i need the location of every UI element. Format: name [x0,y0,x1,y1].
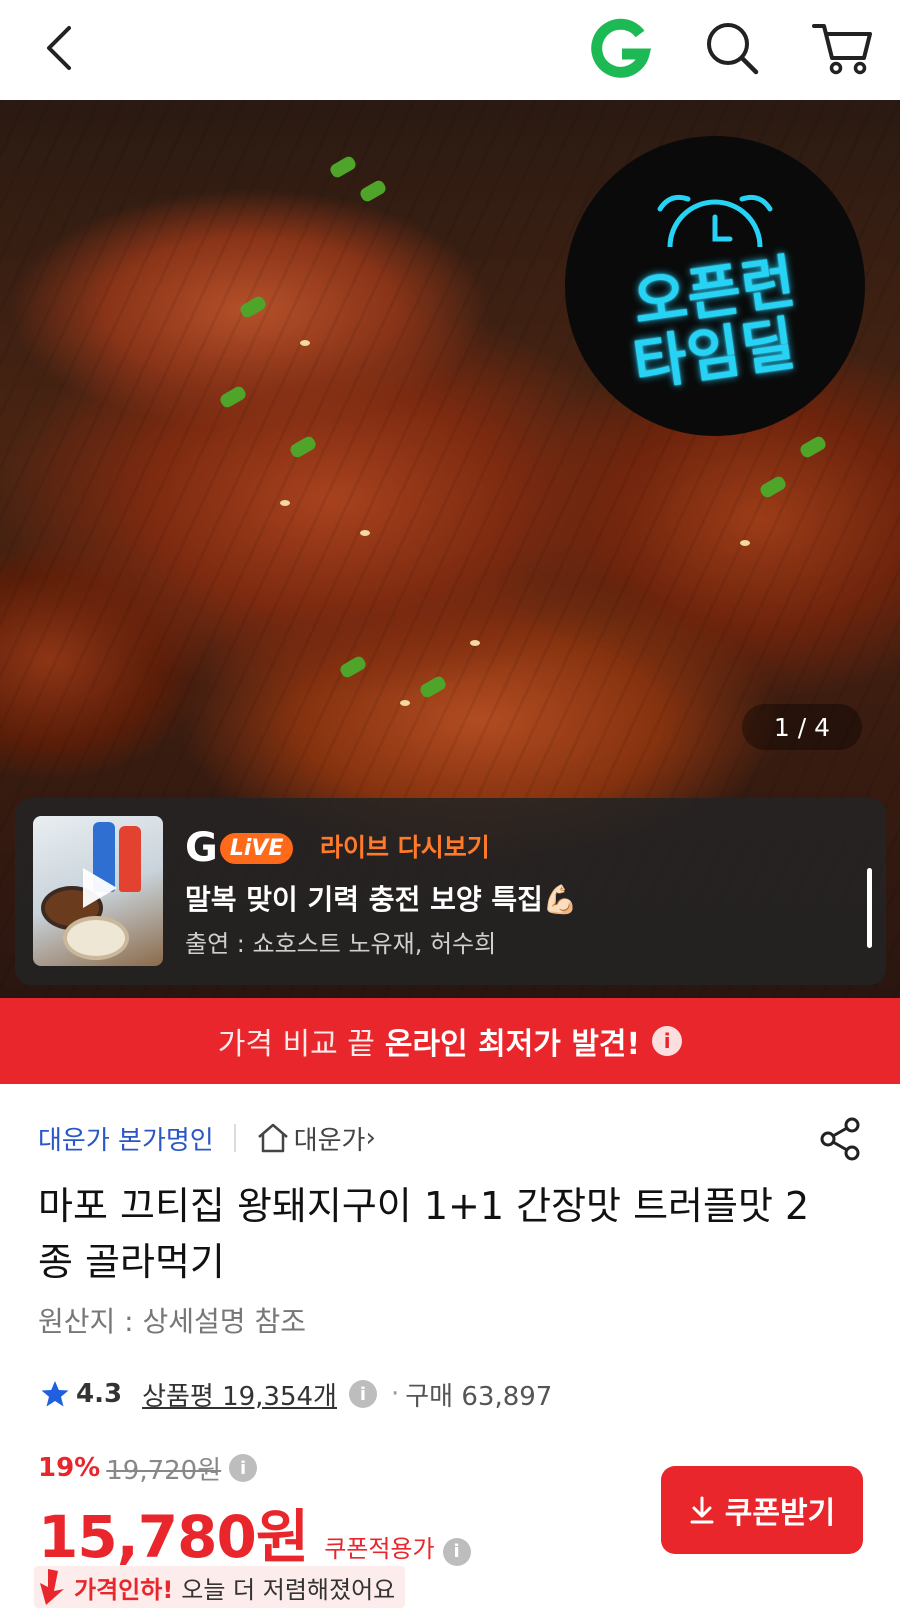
product-title: 마포 끄티집 왕돼지구이 1+1 간장맛 트러플맛 2종 골라먹기 [38,1184,810,1284]
share-button[interactable] [818,1116,864,1162]
info-icon[interactable]: i [229,1454,258,1482]
g-live-logo: G LiVE [185,825,294,871]
review-count-link[interactable]: 상품평 19,354개 [142,1376,337,1413]
separator-dot: · [390,1379,400,1409]
live-title: 말복 맞이 기력 충전 보양 특집💪🏻 [185,883,578,916]
live-rewatch-label[interactable]: 라이브 다시보기 [320,828,490,868]
product-image-carousel[interactable]: 오픈런 타임딜 1 / 4 G LiVE 라이브 다시보기 말복 맞이 기력 충… [0,100,900,998]
coupon-price-label: 쿠폰적용가 [324,1535,435,1563]
origin-info: 원산지 : 상세설명 참조 [38,1305,306,1338]
gmarket-logo[interactable] [588,16,652,80]
divider [233,1124,236,1152]
store-name-link[interactable]: 대운가 본가명인 [38,1120,214,1157]
live-cast: 출연 : 쇼호스트 노유재, 허수희 [185,930,497,958]
carousel-page-indicator: 1 / 4 [742,704,862,750]
brand-home-link[interactable]: 대운가 › [256,1120,376,1157]
share-icon [820,1117,860,1161]
cart-icon [812,24,872,75]
home-icon [257,1123,288,1153]
sesame-seed [300,340,310,346]
banner-plain-text: 가격 비교 끝 [217,1027,375,1062]
back-button[interactable] [30,20,86,76]
sesame-seed [400,700,410,706]
price-drop-notice: 가격인하! 오늘 더 저렴해졌어요 [34,1566,406,1608]
discount-row: 19% 19,720원 i [38,1450,258,1486]
top-navigation-bar [0,0,900,100]
chevron-right-icon: › [365,1123,376,1153]
search-button[interactable] [700,16,764,80]
store-row: 대운가 본가명인 대운가 › [38,1118,376,1158]
live-logo-pill: LiVE [219,832,294,864]
rating-value: 4.3 [76,1379,123,1409]
sesame-seed [280,500,290,506]
price-down-arrow-icon [40,1569,64,1605]
sesame-seed [740,540,750,546]
bowl-image [63,916,129,960]
rating-row: 4.3 상품평 19,354개 i · 구매 63,897 [40,1374,552,1414]
info-icon[interactable]: i [652,1026,683,1056]
brand-link-label: 대운가 [293,1125,366,1156]
price-drop-text: 오늘 더 저렴해졌어요 [181,1575,396,1604]
cart-button[interactable] [810,14,876,80]
purchase-count: 구매 63,897 [405,1381,553,1412]
banner-strong-text: 온라인 최저가 발견! [384,1027,641,1062]
sale-price: 15,780원 [38,1503,309,1571]
lowest-price-banner[interactable]: 가격 비교 끝 온라인 최저가 발견! i [0,998,900,1084]
sesame-seed [360,530,370,536]
play-icon [83,868,117,908]
get-coupon-button[interactable]: 쿠폰받기 [661,1466,863,1554]
search-icon [707,23,759,75]
open-run-time-deal-badge: 오픈런 타임딜 [565,136,865,436]
star-icon [41,1381,69,1407]
scrollbar[interactable] [867,868,872,948]
original-price: 19,720원 [106,1455,222,1486]
download-icon [690,1496,714,1524]
live-logo-g: G [185,825,218,871]
coupon-button-label: 쿠폰받기 [724,1496,836,1531]
chevron-left-icon [47,26,71,70]
info-icon[interactable]: i [442,1537,471,1566]
g-logo-icon [591,18,652,78]
info-icon[interactable]: i [348,1380,377,1408]
alarm-clock-icon [657,194,773,248]
price-row: 15,780원 쿠폰적용가 i [38,1490,471,1571]
product-bottle [119,826,141,892]
discount-rate: 19% [38,1453,101,1483]
sesame-seed [470,640,480,646]
price-drop-bold: 가격인하! [74,1575,174,1604]
live-replay-card[interactable]: G LiVE 라이브 다시보기 말복 맞이 기력 충전 보양 특집💪🏻 출연 :… [15,798,886,985]
live-thumbnail[interactable] [33,816,163,966]
